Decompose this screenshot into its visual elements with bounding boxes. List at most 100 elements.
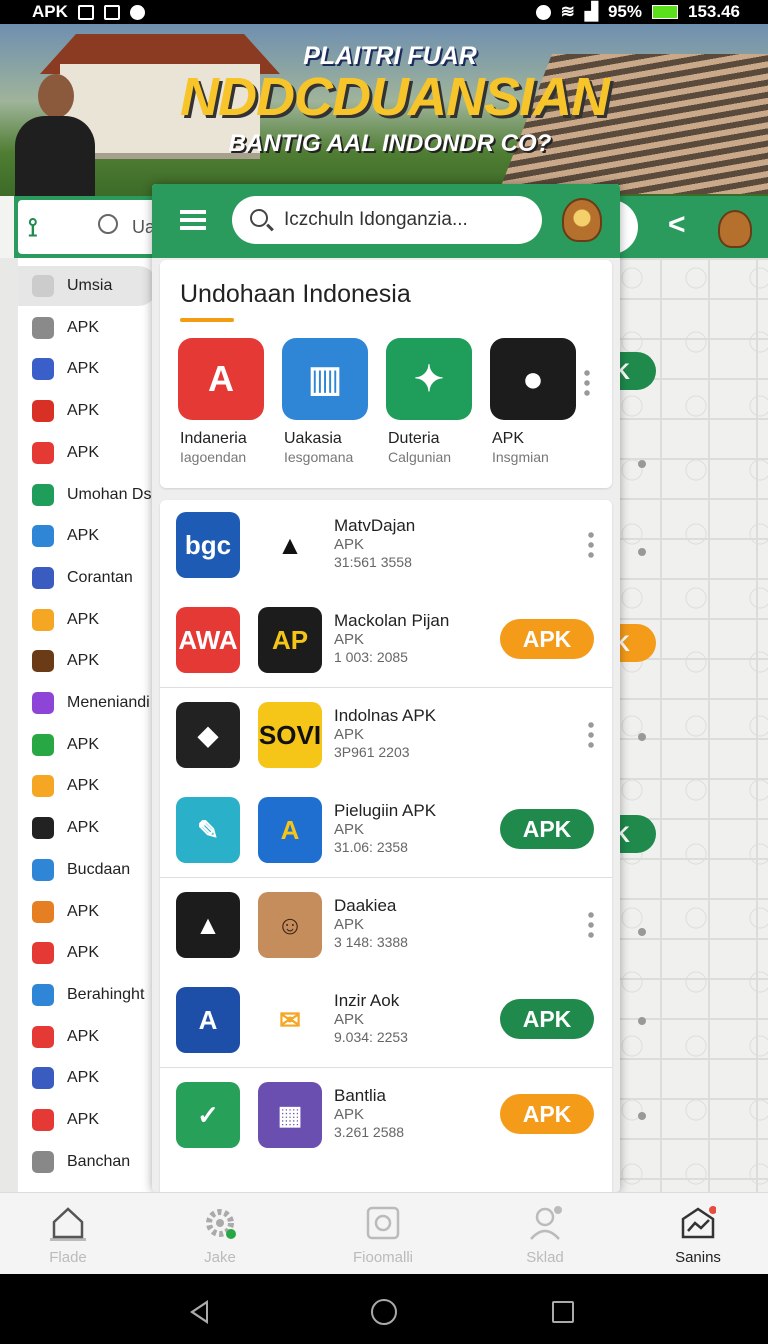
app-tag: APK: [334, 631, 365, 648]
world-icon: [32, 1067, 54, 1090]
sidebar-item[interactable]: Bucdaan: [18, 850, 157, 890]
grid-icon: [77, 4, 94, 20]
apk-download-button[interactable]: APK: [500, 1094, 594, 1134]
globe-icon: [32, 983, 54, 1006]
nav-item-jake[interactable]: Jake: [160, 1193, 280, 1275]
nav-item-flade[interactable]: Flade: [8, 1193, 128, 1275]
sidebar-item[interactable]: APK: [18, 725, 157, 765]
nav-item-sklad[interactable]: Sklad: [485, 1193, 605, 1275]
sidebar-item[interactable]: APK: [18, 892, 157, 932]
chart-icon: [680, 1205, 717, 1241]
battery-icon: [652, 5, 678, 19]
app-tag: APK: [334, 536, 365, 553]
sidebar-item-label: APK: [67, 902, 100, 920]
sidebar-item[interactable]: Banchan: [18, 1142, 157, 1182]
check-icon: [32, 400, 54, 423]
sidebar-item-label: APK: [67, 610, 100, 628]
more-icon[interactable]: [588, 720, 594, 748]
divider: [160, 1067, 612, 1068]
menu-icon[interactable]: [180, 210, 206, 230]
nav-item-sanins[interactable]: Sanins: [638, 1193, 758, 1275]
sidebar-item[interactable]: Umohan Ds: [18, 475, 157, 515]
sidebar-item-label: APK: [67, 819, 100, 837]
more-icon[interactable]: [584, 368, 590, 396]
featured-app-subtitle: Insgmian: [492, 449, 549, 465]
play-icon: [32, 733, 54, 756]
mail-icon: [32, 942, 54, 965]
sidebar-item-label: APK: [67, 402, 100, 420]
app-version: 3 148: 3388: [334, 934, 408, 950]
home-icon: [50, 1205, 86, 1241]
sidebar-item-label: Berahinght: [67, 985, 145, 1003]
featured-app[interactable]: ▥ Uakasia Iesgomana: [282, 338, 382, 468]
nav-item-fioomalli[interactable]: Fioomalli: [323, 1193, 443, 1275]
tag-icon: [32, 775, 54, 798]
more-icon[interactable]: [588, 530, 594, 558]
back-more-dot: [638, 1017, 646, 1025]
panel-app-bar: Iczchuln Idonganzia...: [152, 184, 620, 258]
featured-app-name: APK: [492, 430, 525, 447]
sidebar-item-label: APK: [67, 527, 100, 545]
featured-app[interactable]: ✦ Duteria Calgunian: [386, 338, 486, 468]
apk-download-button[interactable]: APK: [500, 619, 594, 659]
tool-logo-icon: ✎: [176, 797, 240, 863]
more-icon[interactable]: [588, 910, 594, 938]
share-icon[interactable]: <: [668, 208, 686, 242]
app-tag: APK: [334, 1106, 365, 1123]
folders-icon: ▥: [282, 338, 368, 420]
spark-icon: [32, 608, 54, 631]
badge-logo-icon: AWA: [176, 607, 240, 673]
search-input[interactable]: Iczchuln Idonganzia...: [232, 196, 542, 244]
sidebar-item[interactable]: APK: [18, 1100, 157, 1140]
app-version: 31.06: 2358: [334, 839, 408, 855]
sidebar-item[interactable]: APK: [18, 766, 157, 806]
sidebar-item[interactable]: Corantan: [18, 558, 157, 598]
list-item[interactable]: ✓ ▦ Bantlia APK 3.261 2588 APK: [160, 1070, 612, 1160]
featured-app[interactable]: A Indaneria Iagoendan: [178, 338, 278, 468]
puzzle-icon: [32, 358, 54, 381]
featured-app[interactable]: ● APK Insgmian: [490, 338, 590, 468]
sidebar-item[interactable]: APK: [18, 1058, 157, 1098]
search-query: Iczchuln Idonganzia...: [284, 209, 468, 230]
list-item[interactable]: ▲ ☺ Daakiea APK 3 148: 3388: [160, 880, 612, 970]
apk-download-button[interactable]: APK: [500, 999, 594, 1039]
garuda-emblem-icon: ✦: [386, 338, 472, 420]
sidebar-item[interactable]: APK: [18, 349, 157, 389]
sidebar-item[interactable]: APK: [18, 308, 157, 348]
recents-icon[interactable]: [552, 1301, 574, 1323]
sidebar-item[interactable]: APK: [18, 516, 157, 556]
garuda-emblem-icon[interactable]: [562, 198, 602, 242]
sidebar-item[interactable]: APK: [18, 1017, 157, 1057]
sidebar-item[interactable]: APK: [18, 933, 157, 973]
list-item[interactable]: bgc ▲ MatvDajan APK 31:561 3558: [160, 500, 612, 590]
sidebar-item-label: Banchan: [67, 1152, 131, 1170]
sidebar-item[interactable]: Meneniandi: [18, 683, 157, 723]
aps-logo-icon: A: [258, 797, 322, 863]
hero-banner[interactable]: PLAITRI FUAR NDDCDUANSIAN BANTIG AAL IND…: [0, 24, 768, 196]
sidebar-item[interactable]: Berahinght: [18, 975, 157, 1015]
back-more-dot: [638, 548, 646, 556]
list-item[interactable]: ✎ A Pielugiin APK APK 31.06: 2358 APK: [160, 785, 612, 875]
sidebar-item[interactable]: APK: [18, 600, 157, 640]
list-item[interactable]: A ✉ Inzir Aok APK 9.034: 2253 APK: [160, 975, 612, 1065]
signal-icon: ▟: [584, 2, 598, 21]
sidebar-item[interactable]: APK: [18, 433, 157, 473]
list-item[interactable]: AWA AP Mackolan Pijan APK 1 003: 2085 APK: [160, 595, 612, 685]
clock-icon: [32, 483, 54, 506]
checkmark-logo-icon: ✓: [176, 1082, 240, 1148]
banner-headline: NDDCDUANSIAN: [180, 67, 610, 127]
back-icon[interactable]: [190, 1300, 208, 1324]
sidebar-item-label: Meneniandi: [67, 694, 150, 711]
system-navigation-bar: [0, 1274, 768, 1344]
list-item[interactable]: ◆ SOVI Indolnas APK APK 3P961 2203: [160, 690, 612, 780]
sidebar-item[interactable]: APK: [18, 808, 157, 848]
letter-a-icon: A: [178, 338, 264, 420]
apk-download-button[interactable]: APK: [500, 809, 594, 849]
featured-app-name: Duteria: [388, 430, 440, 447]
back-sidebar: Umsia APK APK APK APK Umohan Ds APK Corantan APK…: [18, 258, 158, 1193]
home-button-icon[interactable]: [371, 1299, 397, 1325]
sidebar-item[interactable]: APK: [18, 391, 157, 431]
sidebar-item[interactable]: Umsia: [18, 266, 157, 306]
divider: [160, 687, 612, 688]
sidebar-item[interactable]: APK: [18, 641, 157, 681]
